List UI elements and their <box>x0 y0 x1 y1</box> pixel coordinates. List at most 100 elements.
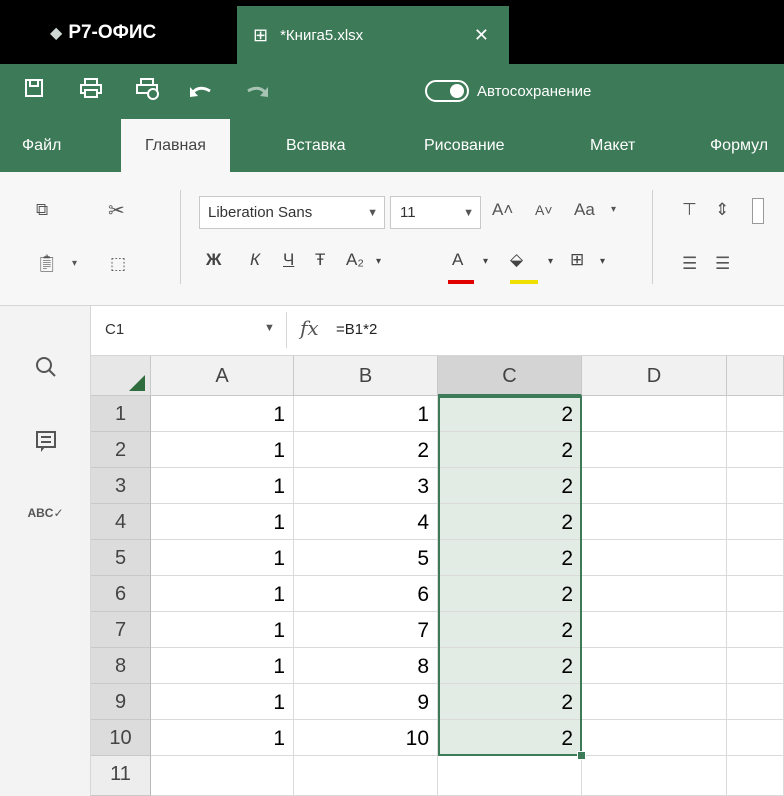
cell-e[interactable] <box>727 576 784 612</box>
undo-icon[interactable] <box>190 82 212 104</box>
cell-b[interactable]: 7 <box>294 612 438 648</box>
cell-a[interactable]: 1 <box>151 504 294 540</box>
borders-icon[interactable]: ⊞ <box>570 250 584 270</box>
fill-color-icon[interactable]: ⬙ <box>510 250 523 270</box>
cell-c[interactable]: 2 <box>438 504 582 540</box>
print-icon[interactable] <box>80 78 102 104</box>
cell-a[interactable]: 1 <box>151 720 294 756</box>
align-left-icon[interactable]: ☰ <box>682 254 697 274</box>
tab-formulas[interactable]: Формул <box>710 119 768 172</box>
row-header[interactable]: 11 <box>91 756 151 796</box>
comments-icon[interactable] <box>0 431 91 458</box>
column-header-b[interactable]: B <box>294 356 438 396</box>
align-center-icon[interactable]: ☰ <box>715 254 730 274</box>
row-header[interactable]: 9 <box>91 684 151 720</box>
cell-e[interactable] <box>727 432 784 468</box>
align-middle-icon[interactable]: ⇕ <box>715 200 729 220</box>
copy-icon[interactable]: ⧉ <box>36 200 48 220</box>
grid-cell[interactable] <box>151 756 294 796</box>
document-tab[interactable]: ⊞ *Книга5.xlsx ✕ <box>237 6 509 64</box>
cell-d[interactable] <box>582 504 727 540</box>
cell-a[interactable]: 1 <box>151 468 294 504</box>
grid-cell[interactable] <box>438 756 582 796</box>
cell-b[interactable]: 3 <box>294 468 438 504</box>
cell-e[interactable] <box>727 468 784 504</box>
cell-d[interactable] <box>582 720 727 756</box>
cell-c[interactable]: 2 <box>438 576 582 612</box>
cell-a[interactable]: 1 <box>151 648 294 684</box>
cell-e[interactable] <box>727 648 784 684</box>
chevron-down-icon[interactable]: ▾ <box>611 204 616 215</box>
decrease-font-button[interactable]: A˅ <box>535 202 553 218</box>
cut-icon[interactable]: ✂ <box>108 198 125 223</box>
search-icon[interactable] <box>0 356 91 383</box>
cell-c[interactable]: 2 <box>438 648 582 684</box>
tab-file[interactable]: Файл <box>22 119 61 172</box>
chevron-down-icon[interactable]: ▾ <box>548 256 553 267</box>
save-icon[interactable] <box>24 78 44 104</box>
cell-a[interactable]: 1 <box>151 432 294 468</box>
column-header-c[interactable]: C <box>438 356 582 396</box>
font-name-select[interactable]: Liberation Sans ▼ <box>199 196 385 229</box>
cell-a[interactable]: 1 <box>151 396 294 432</box>
row-header[interactable]: 4 <box>91 504 151 540</box>
cell-e[interactable] <box>727 540 784 576</box>
strikethrough-button[interactable]: Ŧ <box>315 250 325 270</box>
cell-a[interactable]: 1 <box>151 576 294 612</box>
row-header[interactable]: 3 <box>91 468 151 504</box>
row-header[interactable]: 10 <box>91 720 151 756</box>
cell-d[interactable] <box>582 540 727 576</box>
tab-home[interactable]: Главная <box>121 119 230 172</box>
row-header[interactable]: 5 <box>91 540 151 576</box>
cell-d[interactable] <box>582 684 727 720</box>
toggle-switch-icon[interactable] <box>425 80 469 102</box>
tab-layout[interactable]: Макет <box>590 119 635 172</box>
cell-d[interactable] <box>582 576 727 612</box>
cell-d[interactable] <box>582 396 727 432</box>
cell-b[interactable]: 8 <box>294 648 438 684</box>
row-header[interactable]: 8 <box>91 648 151 684</box>
quick-print-icon[interactable] <box>136 78 160 106</box>
column-header-a[interactable]: A <box>151 356 294 396</box>
cell-d[interactable] <box>582 432 727 468</box>
underline-button[interactable]: Ч <box>283 250 294 270</box>
cell-c[interactable]: 2 <box>438 468 582 504</box>
grid-cell[interactable] <box>582 756 727 796</box>
column-header-e[interactable] <box>727 356 784 396</box>
cell-c[interactable]: 2 <box>438 684 582 720</box>
increase-font-button[interactable]: A˄ <box>492 200 513 220</box>
close-icon[interactable]: ✕ <box>474 25 489 46</box>
row-header[interactable]: 1 <box>91 396 151 432</box>
cell-c[interactable]: 2 <box>438 720 582 756</box>
change-case-button[interactable]: Aa <box>574 200 595 220</box>
cell-e[interactable] <box>727 504 784 540</box>
cell-e[interactable] <box>727 684 784 720</box>
fill-handle[interactable] <box>577 751 586 760</box>
cell-d[interactable] <box>582 468 727 504</box>
cell-d[interactable] <box>582 648 727 684</box>
cell-b[interactable]: 9 <box>294 684 438 720</box>
cell-e[interactable] <box>727 396 784 432</box>
subscript-button[interactable]: A₂ <box>346 250 364 270</box>
font-color-button[interactable]: A <box>452 250 463 270</box>
cell-reference-box[interactable]: C1 <box>105 321 124 338</box>
formula-input[interactable]: =B1*2 <box>336 321 377 338</box>
tab-insert[interactable]: Вставка <box>286 119 345 172</box>
chevron-down-icon[interactable]: ▾ <box>483 256 488 267</box>
cell-b[interactable]: 1 <box>294 396 438 432</box>
cell-e[interactable] <box>727 612 784 648</box>
tab-draw[interactable]: Рисование <box>424 119 505 172</box>
cell-c[interactable]: 2 <box>438 540 582 576</box>
cell-c[interactable]: 2 <box>438 612 582 648</box>
grid-cell[interactable] <box>727 756 784 796</box>
chevron-down-icon[interactable]: ▾ <box>376 256 381 267</box>
cell-c[interactable]: 2 <box>438 432 582 468</box>
redo-icon[interactable] <box>246 82 268 104</box>
cell-b[interactable]: 5 <box>294 540 438 576</box>
select-all-corner[interactable] <box>91 356 151 396</box>
cell-a[interactable]: 1 <box>151 684 294 720</box>
spreadsheet-grid[interactable]: A B C D 11122122313241425152616271728182… <box>91 356 784 796</box>
grid-cell[interactable] <box>294 756 438 796</box>
autosave-toggle[interactable]: Автосохранение <box>425 80 591 102</box>
italic-button[interactable]: К <box>250 250 260 270</box>
